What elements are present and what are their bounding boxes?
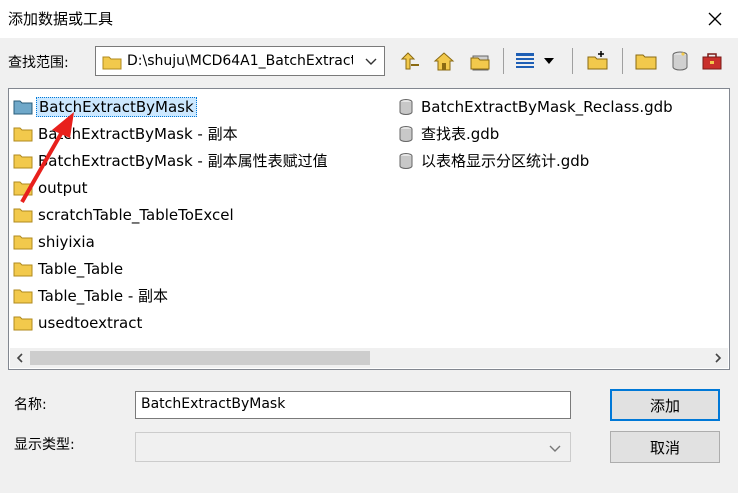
add-button[interactable]: 添加 (610, 389, 720, 421)
title-bar: 添加数据或工具 (0, 0, 738, 38)
list-item-batchextractbymask[interactable]: BatchExtractByMask (12, 93, 330, 120)
list-item-label: shiyixia (38, 232, 95, 251)
folder-icon (102, 56, 122, 70)
home-icon (433, 52, 455, 71)
list-item[interactable]: BatchExtractByMask_Reclass.gdb (395, 93, 675, 120)
lookin-dropdown[interactable]: D:\shuju\MCD64A1_BatchExtract (95, 46, 385, 76)
home-button[interactable] (431, 48, 457, 74)
folder-icon (12, 259, 34, 279)
lookin-label: 查找范围: (8, 55, 69, 71)
close-button[interactable] (692, 0, 738, 38)
horizontal-scrollbar[interactable] (10, 348, 728, 368)
scroll-left-icon (16, 353, 23, 363)
folder-icon (635, 54, 657, 70)
name-input[interactable]: BatchExtractByMask (135, 391, 571, 419)
folder-icon (12, 313, 34, 333)
list-view-icon (516, 53, 534, 68)
toolbox-icon (702, 53, 722, 70)
up-one-level-button[interactable] (397, 48, 423, 74)
list-item-label: 查找表.gdb (421, 125, 500, 143)
scroll-left-button[interactable] (10, 348, 30, 368)
folder-button[interactable] (633, 48, 659, 74)
lookin-path: D:\shuju\MCD64A1_BatchExtract (127, 53, 353, 69)
list-item-label: output (38, 178, 88, 197)
geodatabase-icon (395, 97, 417, 117)
list-item-label: BatchExtractByMask - 副本 (38, 125, 238, 143)
toolbar-separator (622, 48, 623, 74)
list-view-button[interactable] (512, 48, 538, 74)
new-folder-button[interactable] (585, 48, 611, 74)
chevron-down-icon (365, 58, 377, 65)
file-list-column-2: BatchExtractByMask_Reclass.gdb 查找表.gdb 以… (395, 93, 675, 174)
toolbar-separator (572, 48, 573, 74)
folder-icon (12, 232, 34, 252)
list-item[interactable]: BatchExtractByMask - 副本 (12, 120, 330, 147)
list-item[interactable]: Table_Table - 副本 (12, 282, 330, 309)
list-item[interactable]: shiyixia (12, 228, 330, 255)
name-label: 名称: (14, 397, 47, 413)
connect-folder-icon (470, 55, 490, 71)
scrollbar-thumb[interactable] (30, 351, 370, 365)
type-dropdown[interactable] (135, 432, 571, 462)
list-item[interactable]: scratchTable_TableToExcel (12, 201, 330, 228)
folder-icon (12, 205, 34, 225)
chevron-down-icon (549, 445, 561, 452)
file-list[interactable]: BatchExtractByMask BatchExtractByMask - … (8, 88, 730, 370)
list-item-label: usedtoextract (38, 313, 143, 332)
geodatabase-icon (395, 151, 417, 171)
geodatabase-icon (672, 51, 688, 71)
toolbox-button[interactable] (700, 48, 726, 74)
geodatabase-button[interactable] (667, 48, 693, 74)
connect-folder-button[interactable] (467, 48, 493, 74)
list-item-label: scratchTable_TableToExcel (38, 205, 234, 224)
folder-icon (12, 286, 34, 306)
folder-icon (12, 178, 34, 198)
list-item-label: Table_Table - 副本 (38, 287, 169, 305)
list-item[interactable]: Table_Table (12, 255, 330, 282)
list-item-label: Table_Table (38, 259, 124, 278)
list-item-label: BatchExtractByMask (36, 96, 197, 117)
list-item[interactable]: usedtoextract (12, 309, 330, 336)
close-icon (708, 12, 722, 26)
view-menu-button[interactable] (541, 48, 557, 74)
window-title: 添加数据或工具 (8, 10, 114, 28)
list-item[interactable]: 以表格显示分区统计.gdb (395, 147, 675, 174)
list-item-label: BatchExtractByMask - 副本属性表赋过值 (38, 152, 328, 170)
list-item[interactable]: 查找表.gdb (395, 120, 675, 147)
scroll-right-icon (715, 353, 722, 363)
folder-icon (12, 124, 34, 144)
geodatabase-icon (395, 124, 417, 144)
toolbar-separator (503, 48, 504, 74)
folder-icon (12, 97, 34, 117)
cancel-button[interactable]: 取消 (610, 431, 720, 463)
new-folder-icon (587, 51, 608, 70)
folder-icon (12, 151, 34, 171)
type-label: 显示类型: (14, 437, 75, 453)
list-item[interactable]: output (12, 174, 330, 201)
list-item[interactable]: BatchExtractByMask - 副本属性表赋过值 (12, 147, 330, 174)
view-menu-chevron-icon (544, 58, 554, 64)
list-item-label: 以表格显示分区统计.gdb (421, 152, 590, 170)
file-list-column-1: BatchExtractByMask BatchExtractByMask - … (12, 93, 330, 336)
up-one-level-icon (400, 52, 419, 70)
list-item-label: BatchExtractByMask_Reclass.gdb (421, 97, 673, 116)
scroll-right-button[interactable] (708, 348, 728, 368)
